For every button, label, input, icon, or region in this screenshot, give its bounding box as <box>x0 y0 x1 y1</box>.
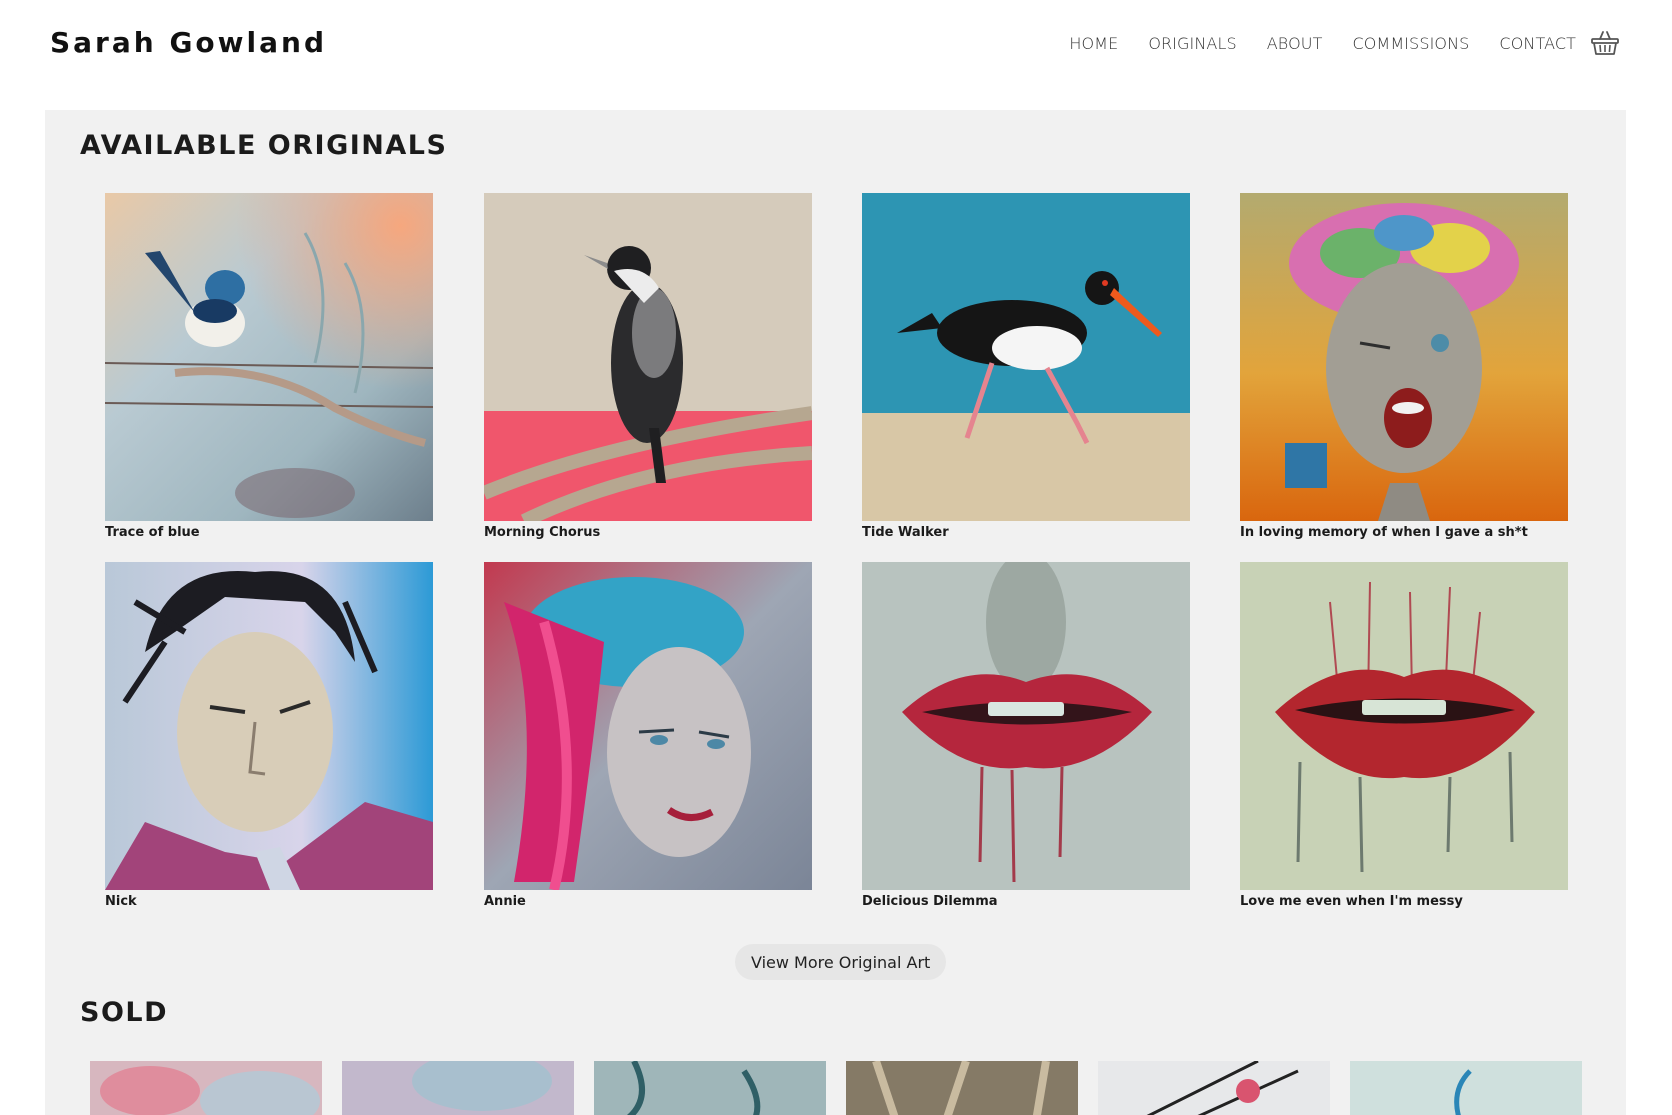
artwork-title: In loving memory of when I gave a sh*t <box>1240 525 1528 540</box>
artwork-title: Trace of blue <box>105 525 200 540</box>
nav-home[interactable]: HOME <box>1069 34 1118 53</box>
section-title-available: AVAILABLE ORIGINALS <box>80 130 448 161</box>
basket-icon[interactable] <box>1590 28 1620 58</box>
originals-panel: AVAILABLE ORIGINALS Trace of blue Mornin… <box>45 110 1626 1115</box>
artwork-image-annie[interactable] <box>484 562 812 890</box>
artwork-title: Tide Walker <box>862 525 949 540</box>
site-brand[interactable]: Sarah Gowland <box>50 26 327 59</box>
artwork-card: In loving memory of when I gave a sh*t <box>1240 193 1568 540</box>
artwork-image-trace-of-blue[interactable] <box>105 193 433 521</box>
artwork-card: Delicious Dilemma <box>862 562 1190 909</box>
artwork-card: Morning Chorus <box>484 193 812 540</box>
artwork-image-tide-walker[interactable] <box>862 193 1190 521</box>
artwork-title: Love me even when I'm messy <box>1240 894 1463 909</box>
nav-commissions[interactable]: COMMISSIONS <box>1352 34 1469 53</box>
nav-contact[interactable]: CONTACT <box>1499 34 1576 53</box>
nav-originals[interactable]: ORIGINALS <box>1148 34 1236 53</box>
artwork-title: Annie <box>484 894 526 909</box>
artwork-card: Love me even when I'm messy <box>1240 562 1568 909</box>
artwork-image-love-me-messy[interactable] <box>1240 562 1568 890</box>
main-nav: HOME ORIGINALS ABOUT COMMISSIONS CONTACT <box>1039 28 1620 58</box>
artwork-card: Trace of blue <box>105 193 433 540</box>
sold-artwork-thumb[interactable] <box>1098 1061 1330 1115</box>
view-more-button[interactable]: View More Original Art <box>735 944 947 980</box>
sold-artwork-thumb[interactable] <box>1350 1061 1582 1115</box>
artwork-image-in-loving-memory[interactable] <box>1240 193 1568 521</box>
artwork-image-nick[interactable] <box>105 562 433 890</box>
nav-about[interactable]: ABOUT <box>1267 34 1323 53</box>
artwork-image-morning-chorus[interactable] <box>484 193 812 521</box>
site-header: Sarah Gowland HOME ORIGINALS ABOUT COMMI… <box>0 0 1672 100</box>
sold-artwork-thumb[interactable] <box>342 1061 574 1115</box>
section-title-sold: SOLD <box>80 997 169 1028</box>
sold-artwork-thumb[interactable] <box>846 1061 1078 1115</box>
artwork-title: Delicious Dilemma <box>862 894 998 909</box>
sold-artwork-thumb[interactable] <box>90 1061 322 1115</box>
artwork-card: Annie <box>484 562 812 909</box>
artwork-card: Nick <box>105 562 433 909</box>
artwork-image-delicious-dilemma[interactable] <box>862 562 1190 890</box>
artwork-title: Nick <box>105 894 137 909</box>
artwork-title: Morning Chorus <box>484 525 601 540</box>
artwork-card: Tide Walker <box>862 193 1190 540</box>
sold-artwork-thumb[interactable] <box>594 1061 826 1115</box>
